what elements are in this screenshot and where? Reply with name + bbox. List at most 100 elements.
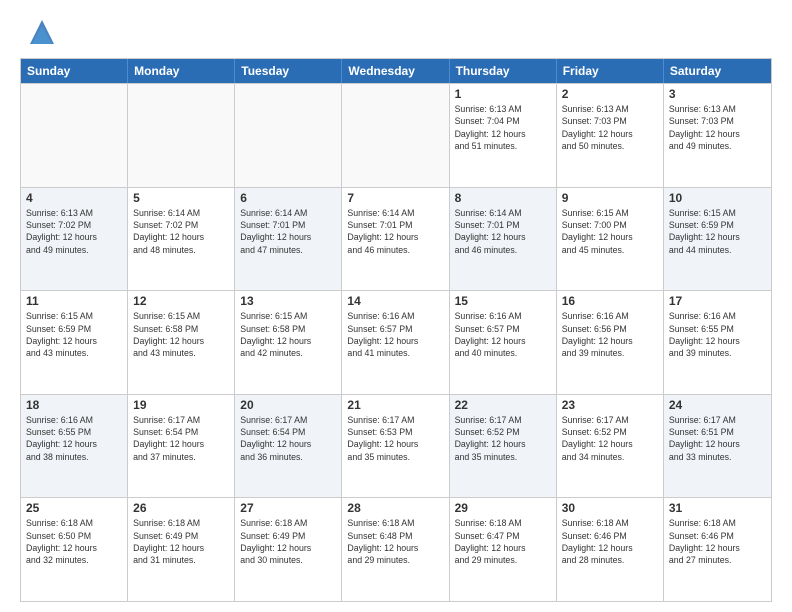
header-day-monday: Monday: [128, 59, 235, 83]
day-info: Sunrise: 6:14 AMSunset: 7:01 PMDaylight:…: [455, 207, 551, 256]
header-day-wednesday: Wednesday: [342, 59, 449, 83]
calendar-week-1: 1 Sunrise: 6:13 AMSunset: 7:04 PMDaylight…: [21, 83, 771, 187]
day-info: Sunrise: 6:13 AMSunset: 7:02 PMDaylight:…: [26, 207, 122, 256]
day-cell-24: 24Sunrise: 6:17 AMSunset: 6:51 PMDayligh…: [664, 395, 771, 498]
day-cell-31: 31 Sunrise: 6:18 AMSunset: 6:46 PMDayligh…: [664, 498, 771, 601]
day-number: 22: [455, 398, 551, 412]
empty-cell: [235, 84, 342, 187]
day-number: 31: [669, 501, 766, 515]
day-cell-23: 23 Sunrise: 6:17 AMSunset: 6:52 PMDayligh…: [557, 395, 664, 498]
day-cell-3: 3 Sunrise: 6:13 AMSunset: 7:03 PMDaylight…: [664, 84, 771, 187]
day-number: 1: [455, 87, 551, 101]
day-info: Sunrise: 6:18 AMSunset: 6:49 PMDaylight:…: [240, 517, 336, 566]
page: SundayMondayTuesdayWednesdayThursdayFrid…: [0, 0, 792, 612]
day-number: 16: [562, 294, 658, 308]
day-cell-27: 27 Sunrise: 6:18 AMSunset: 6:49 PMDayligh…: [235, 498, 342, 601]
day-info: Sunrise: 6:18 AMSunset: 6:46 PMDaylight:…: [562, 517, 658, 566]
day-info: Sunrise: 6:17 AMSunset: 6:53 PMDaylight:…: [347, 414, 443, 463]
day-cell-21: 21 Sunrise: 6:17 AMSunset: 6:53 PMDayligh…: [342, 395, 449, 498]
day-cell-6: 6 Sunrise: 6:14 AMSunset: 7:01 PMDaylight…: [235, 188, 342, 291]
day-number: 4: [26, 191, 122, 205]
day-cell-14: 14 Sunrise: 6:16 AMSunset: 6:57 PMDayligh…: [342, 291, 449, 394]
day-number: 23: [562, 398, 658, 412]
day-info: Sunrise: 6:18 AMSunset: 6:46 PMDaylight:…: [669, 517, 766, 566]
day-info: Sunrise: 6:16 AMSunset: 6:56 PMDaylight:…: [562, 310, 658, 359]
header: [20, 16, 772, 48]
calendar-header: SundayMondayTuesdayWednesdayThursdayFrid…: [21, 59, 771, 83]
day-cell-16: 16 Sunrise: 6:16 AMSunset: 6:56 PMDayligh…: [557, 291, 664, 394]
day-info: Sunrise: 6:17 AMSunset: 6:52 PMDaylight:…: [562, 414, 658, 463]
day-info: Sunrise: 6:17 AMSunset: 6:52 PMDaylight:…: [455, 414, 551, 463]
day-number: 9: [562, 191, 658, 205]
day-number: 10: [669, 191, 766, 205]
header-day-sunday: Sunday: [21, 59, 128, 83]
day-number: 21: [347, 398, 443, 412]
day-number: 29: [455, 501, 551, 515]
day-number: 27: [240, 501, 336, 515]
day-cell-19: 19Sunrise: 6:17 AMSunset: 6:54 PMDayligh…: [128, 395, 235, 498]
calendar: SundayMondayTuesdayWednesdayThursdayFrid…: [20, 58, 772, 602]
day-number: 25: [26, 501, 122, 515]
day-info: Sunrise: 6:13 AMSunset: 7:04 PMDaylight:…: [455, 103, 551, 152]
day-info: Sunrise: 6:18 AMSunset: 6:49 PMDaylight:…: [133, 517, 229, 566]
empty-cell: [21, 84, 128, 187]
day-info: Sunrise: 6:15 AMSunset: 6:58 PMDaylight:…: [240, 310, 336, 359]
day-info: Sunrise: 6:16 AMSunset: 6:57 PMDaylight:…: [455, 310, 551, 359]
day-info: Sunrise: 6:17 AMSunset: 6:54 PMDaylight:…: [240, 414, 336, 463]
header-day-tuesday: Tuesday: [235, 59, 342, 83]
calendar-body: 1 Sunrise: 6:13 AMSunset: 7:04 PMDaylight…: [21, 83, 771, 601]
day-number: 20: [240, 398, 336, 412]
logo: [20, 16, 58, 48]
day-cell-30: 30 Sunrise: 6:18 AMSunset: 6:46 PMDayligh…: [557, 498, 664, 601]
day-cell-29: 29 Sunrise: 6:18 AMSunset: 6:47 PMDayligh…: [450, 498, 557, 601]
day-info: Sunrise: 6:13 AMSunset: 7:03 PMDaylight:…: [562, 103, 658, 152]
day-number: 17: [669, 294, 766, 308]
day-info: Sunrise: 6:14 AMSunset: 7:01 PMDaylight:…: [240, 207, 336, 256]
day-number: 12: [133, 294, 229, 308]
day-number: 28: [347, 501, 443, 515]
day-number: 6: [240, 191, 336, 205]
day-info: Sunrise: 6:14 AMSunset: 7:02 PMDaylight:…: [133, 207, 229, 256]
day-number: 19: [133, 398, 229, 412]
day-info: Sunrise: 6:15 AMSunset: 6:58 PMDaylight:…: [133, 310, 229, 359]
day-number: 26: [133, 501, 229, 515]
day-cell-13: 13Sunrise: 6:15 AMSunset: 6:58 PMDayligh…: [235, 291, 342, 394]
day-info: Sunrise: 6:17 AMSunset: 6:51 PMDaylight:…: [669, 414, 766, 463]
day-info: Sunrise: 6:16 AMSunset: 6:55 PMDaylight:…: [669, 310, 766, 359]
day-number: 3: [669, 87, 766, 101]
day-info: Sunrise: 6:16 AMSunset: 6:57 PMDaylight:…: [347, 310, 443, 359]
day-cell-22: 22 Sunrise: 6:17 AMSunset: 6:52 PMDayligh…: [450, 395, 557, 498]
calendar-week-2: 4 Sunrise: 6:13 AMSunset: 7:02 PMDaylight…: [21, 187, 771, 291]
day-cell-10: 10 Sunrise: 6:15 AMSunset: 6:59 PMDayligh…: [664, 188, 771, 291]
day-number: 14: [347, 294, 443, 308]
day-info: Sunrise: 6:18 AMSunset: 6:47 PMDaylight:…: [455, 517, 551, 566]
day-cell-8: 8Sunrise: 6:14 AMSunset: 7:01 PMDaylight…: [450, 188, 557, 291]
day-info: Sunrise: 6:15 AMSunset: 7:00 PMDaylight:…: [562, 207, 658, 256]
day-number: 2: [562, 87, 658, 101]
day-number: 30: [562, 501, 658, 515]
logo-icon: [26, 16, 58, 48]
day-info: Sunrise: 6:14 AMSunset: 7:01 PMDaylight:…: [347, 207, 443, 256]
day-cell-25: 25 Sunrise: 6:18 AMSunset: 6:50 PMDayligh…: [21, 498, 128, 601]
day-number: 15: [455, 294, 551, 308]
day-cell-1: 1 Sunrise: 6:13 AMSunset: 7:04 PMDaylight…: [450, 84, 557, 187]
day-info: Sunrise: 6:15 AMSunset: 6:59 PMDaylight:…: [669, 207, 766, 256]
day-info: Sunrise: 6:18 AMSunset: 6:48 PMDaylight:…: [347, 517, 443, 566]
empty-cell: [342, 84, 449, 187]
day-number: 7: [347, 191, 443, 205]
calendar-week-5: 25 Sunrise: 6:18 AMSunset: 6:50 PMDayligh…: [21, 497, 771, 601]
day-cell-26: 26 Sunrise: 6:18 AMSunset: 6:49 PMDayligh…: [128, 498, 235, 601]
day-info: Sunrise: 6:13 AMSunset: 7:03 PMDaylight:…: [669, 103, 766, 152]
day-cell-9: 9 Sunrise: 6:15 AMSunset: 7:00 PMDaylight…: [557, 188, 664, 291]
day-info: Sunrise: 6:18 AMSunset: 6:50 PMDaylight:…: [26, 517, 122, 566]
header-day-thursday: Thursday: [450, 59, 557, 83]
day-cell-18: 18Sunrise: 6:16 AMSunset: 6:55 PMDayligh…: [21, 395, 128, 498]
day-cell-5: 5 Sunrise: 6:14 AMSunset: 7:02 PMDaylight…: [128, 188, 235, 291]
header-day-friday: Friday: [557, 59, 664, 83]
day-cell-28: 28 Sunrise: 6:18 AMSunset: 6:48 PMDayligh…: [342, 498, 449, 601]
day-number: 5: [133, 191, 229, 205]
day-info: Sunrise: 6:15 AMSunset: 6:59 PMDaylight:…: [26, 310, 122, 359]
day-cell-12: 12 Sunrise: 6:15 AMSunset: 6:58 PMDayligh…: [128, 291, 235, 394]
calendar-week-4: 18Sunrise: 6:16 AMSunset: 6:55 PMDayligh…: [21, 394, 771, 498]
day-cell-17: 17 Sunrise: 6:16 AMSunset: 6:55 PMDayligh…: [664, 291, 771, 394]
